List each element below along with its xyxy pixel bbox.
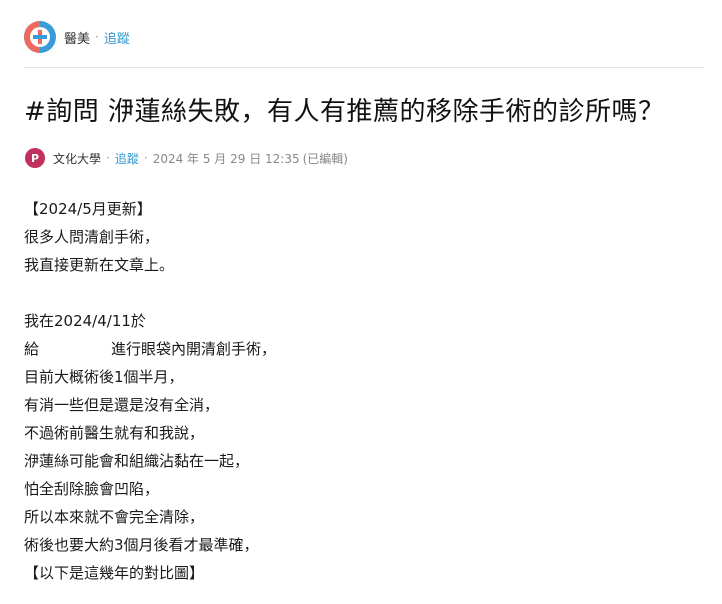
body-line: 洢蓮絲可能會和組織沾黏在一起， xyxy=(24,452,250,470)
body-line: 【2024/5月更新】 xyxy=(24,200,152,218)
body-line-prefix: 給 xyxy=(24,340,40,358)
avatar-letter: P xyxy=(30,151,40,165)
body-line: 【以下是這幾年的對比圖】 xyxy=(24,564,205,582)
body-line xyxy=(24,279,684,307)
body-line: 怕全刮除臉會凹陷， xyxy=(24,480,160,498)
author-avatar[interactable]: P xyxy=(25,148,45,168)
edited-label: (已編輯) xyxy=(302,151,348,166)
separator-dot: · xyxy=(95,30,99,44)
body-line: 我在2024/4/11於 xyxy=(24,312,146,330)
header-divider xyxy=(24,67,704,68)
separator-dot: · xyxy=(143,151,148,165)
post-timestamp: 2024 年 5 月 29 日 12:35 xyxy=(152,151,300,166)
body-line: 有消一些但是還是沒有全消， xyxy=(24,396,220,414)
author-name[interactable]: 文化大學 xyxy=(53,150,101,167)
body-line: 我直接更新在文章上。 xyxy=(24,256,175,274)
body-line-with-gap: 給 進行眼袋內開清創手術， xyxy=(24,335,684,363)
forum-header: 醫美 · 追蹤 xyxy=(24,21,130,53)
body-line: 目前大概術後1個半月， xyxy=(24,368,184,386)
body-line-suffix: 進行眼袋內開清創手術， xyxy=(111,340,277,358)
body-line: 很多人問清創手術， xyxy=(24,228,160,246)
post-title: #詢問 洢蓮絲失敗，有人有推薦的移除手術的診所嗎？ xyxy=(24,97,665,127)
post-page: 醫美 · 追蹤 #詢問 洢蓮絲失敗，有人有推薦的移除手術的診所嗎？ P 文化大學… xyxy=(0,0,722,604)
body-line: 術後也要大約3個月後看才最準確， xyxy=(24,536,259,554)
separator-dot: · xyxy=(106,151,110,165)
forum-logo-icon[interactable] xyxy=(24,21,56,53)
author-row: P 文化大學 · 追蹤 · 2024 年 5 月 29 日 12:35 (已編輯… xyxy=(25,148,348,168)
body-line: 不過術前醫生就有和我說， xyxy=(24,424,205,442)
post-body: 【2024/5月更新】 很多人問清創手術， 我直接更新在文章上。 我在2024/… xyxy=(24,195,684,587)
body-line: 所以本來就不會完全清除， xyxy=(24,508,205,526)
forum-name[interactable]: 醫美 xyxy=(64,28,90,47)
forum-follow-button[interactable]: 追蹤 xyxy=(104,28,130,47)
author-follow-button[interactable]: 追蹤 xyxy=(115,150,139,167)
